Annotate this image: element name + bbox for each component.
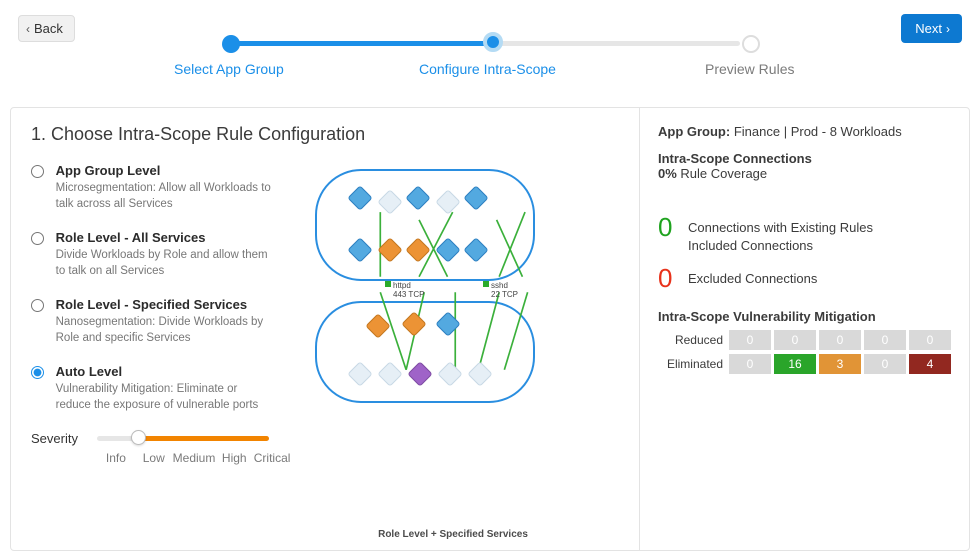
vm-cell: 0 [864,354,906,374]
severity-fill [138,436,269,441]
option-desc: Microsegmentation: Allow all Workloads t… [56,181,282,212]
option-title: Auto Level [56,364,122,379]
legend-sshd: sshd22 TCP [483,281,518,300]
main-panel: 1. Choose Intra-Scope Rule Configuration… [10,107,970,551]
stepper: Select App Group Configure Intra-Scope P… [120,35,860,79]
step-label-1: Select App Group [174,61,284,77]
step-label-2: Configure Intra-Scope [419,61,556,77]
back-label: Back [34,21,63,36]
step-label-3: Preview Rules [705,61,794,77]
diagram-links [295,163,631,499]
vm-cell: 0 [819,330,861,350]
page-title: 1. Choose Intra-Scope Rule Configuration [31,124,631,145]
tick-high: High [215,451,253,465]
stat-existing: 0 Connections with Existing Rules Includ… [658,217,951,254]
vm-title: Intra-Scope Vulnerability Mitigation [658,309,951,324]
tick-medium: Medium [173,451,216,465]
option-app-group-level[interactable]: App Group Level Microsegmentation: Allow… [31,163,291,212]
tick-critical: Critical [253,451,291,465]
back-button[interactable]: ‹ Back [18,15,75,42]
severity-ticks: Info Low Medium High Critical [97,451,291,465]
left-panel: 1. Choose Intra-Scope Rule Configuration… [11,108,639,550]
next-label: Next [915,21,942,36]
option-title: App Group Level [56,163,161,178]
stat-excluded: 0 Excluded Connections [658,268,951,291]
radio-role-spec[interactable] [31,299,44,312]
vm-cell: 3 [819,354,861,374]
option-desc: Vulnerability Mitigation: Eliminate or r… [56,382,282,413]
right-panel: App Group: Finance | Prod - 8 Workloads … [639,108,969,550]
vm-cell: 0 [729,330,771,350]
option-auto[interactable]: Auto Level Vulnerability Mitigation: Eli… [31,364,291,413]
chevron-right-icon: › [946,22,950,36]
vm-cell: 0 [729,354,771,374]
stat-text: Connections with Existing Rules Included… [688,219,873,254]
vm-cell: 16 [774,354,816,374]
vm-row-eliminated: Eliminated 0 16 3 0 4 [658,354,951,374]
option-title: Role Level - Specified Services [56,297,247,312]
option-role-all[interactable]: Role Level - All Services Divide Workloa… [31,230,291,279]
options-group: App Group Level Microsegmentation: Allow… [31,163,291,540]
option-desc: Divide Workloads by Role and allow them … [56,248,282,279]
chevron-left-icon: ‹ [26,22,30,36]
stat-text: Excluded Connections [688,270,817,288]
tick-low: Low [135,451,173,465]
option-desc: Nanosegmentation: Divide Workloads by Ro… [56,315,282,346]
severity-track[interactable] [97,436,269,441]
step-node-2[interactable] [483,32,503,52]
vm-cell: 4 [909,354,951,374]
stat-number: 0 [658,214,688,240]
severity-label: Severity [31,431,97,446]
vm-row-label: Reduced [658,333,723,347]
option-role-spec[interactable]: Role Level - Specified Services Nanosegm… [31,297,291,346]
radio-app-group-level[interactable] [31,165,44,178]
vm-cell: 0 [864,330,906,350]
step-track-fill [230,41,492,46]
diagram-caption: Role Level + Specified Services [295,529,611,540]
legend-httpd: httpd443 TCP [385,281,424,300]
option-title: Role Level - All Services [56,230,206,245]
step-node-3[interactable] [742,35,760,53]
next-button[interactable]: Next › [901,14,962,43]
stat-number: 0 [658,265,688,291]
vm-cell: 0 [909,330,951,350]
severity-slider: Severity Info Low Medium High Critical [31,431,291,465]
vm-row-label: Eliminated [658,357,723,371]
connections-title: Intra-Scope Connections [658,151,951,166]
vm-cell: 0 [774,330,816,350]
step-node-1[interactable] [222,35,240,53]
app-group-line: App Group: Finance | Prod - 8 Workloads [658,124,951,139]
vm-row-reduced: Reduced 0 0 0 0 0 [658,330,951,350]
coverage-line: 0% Rule Coverage [658,166,951,181]
severity-knob[interactable] [131,430,146,445]
radio-role-all[interactable] [31,232,44,245]
tick-info: Info [97,451,135,465]
radio-auto[interactable] [31,366,44,379]
diagram: httpd443 TCP sshd22 TCP Role Level + Spe… [295,163,631,540]
